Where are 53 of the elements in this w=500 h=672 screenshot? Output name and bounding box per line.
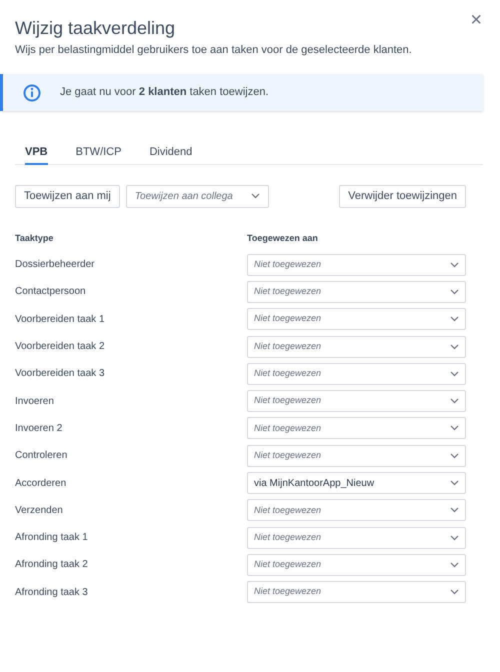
info-message: Je gaat nu voor 2 klanten taken toewijzen. [60, 85, 269, 100]
assignee-select[interactable]: Niet toegewezen [247, 336, 466, 358]
chevron-down-icon [450, 480, 459, 486]
task-type-label: Dossierbeheerder [15, 258, 96, 272]
task-type-label: Invoeren [15, 394, 55, 409]
chevron-down-icon [450, 425, 459, 432]
task-type-label: Accorderen [15, 476, 68, 491]
chevron-down-icon [450, 288, 459, 295]
dialog-title: Wijzig taakverdeling [15, 17, 176, 40]
task-type-label: Voorbereiden taak 1 [15, 312, 106, 327]
chevron-down-icon [450, 262, 459, 268]
assignee-select[interactable]: Niet toegewezen [247, 554, 466, 576]
close-button[interactable]: × [470, 10, 482, 30]
assignee-select[interactable]: Niet toegewezen [247, 444, 466, 467]
task-type-label: Afronding taak 2 [15, 558, 89, 572]
chevron-down-icon [450, 562, 459, 568]
chevron-down-icon [450, 507, 459, 514]
chevron-down-icon [250, 193, 260, 199]
assignee-select[interactable]: Niet toegewezen [247, 417, 466, 440]
dialog-subtitle: Wijs per belastingmiddel gebruikers toe aan taken voor de geselecteerde klanten. [15, 43, 412, 58]
chevron-down-icon [450, 370, 459, 377]
assignee-select[interactable]: Niet toegewezen [247, 390, 466, 412]
task-type-label: Voorbereiden taak 2 [15, 340, 106, 354]
chevron-down-icon [450, 452, 459, 459]
assignee-select[interactable]: Niet toegewezen [247, 308, 466, 330]
assignee-select[interactable]: Niet toegewezen [247, 526, 466, 549]
chevron-down-icon [450, 589, 459, 596]
remove-assignments-button[interactable]: Verwijder toewijzingen [339, 184, 466, 208]
task-type-label: Verzenden [15, 504, 64, 518]
assignee-select[interactable]: Niet toegewezen [247, 499, 466, 522]
colleague-select[interactable]: Toewijzen aan collega [126, 184, 269, 208]
assignee-select[interactable]: Niet toegewezen [247, 581, 466, 604]
assign-to-me-button[interactable]: Toewijzen aan mij [15, 184, 120, 208]
tab[interactable]: VPB [25, 144, 48, 164]
column-header: Toegewezen aan [247, 232, 318, 245]
column-header: Taaktype [15, 232, 54, 245]
task-type-label: Contactpersoon [15, 285, 87, 300]
tab[interactable]: Dividend [149, 144, 192, 164]
task-type-label: Controleren [15, 449, 68, 464]
task-type-label: Afronding taak 1 [15, 531, 89, 546]
task-type-label: Invoeren 2 [15, 422, 64, 436]
chevron-down-icon [450, 316, 459, 322]
assignee-select[interactable]: Niet toegewezen [247, 362, 466, 385]
assignee-select[interactable]: Niet toegewezen [247, 254, 466, 276]
chevron-down-icon [450, 344, 459, 350]
chevron-down-icon [450, 534, 459, 541]
assignee-select[interactable]: Niet toegewezen [247, 280, 466, 303]
info-icon [23, 84, 41, 102]
tab[interactable]: BTW/ICP [76, 144, 122, 164]
task-type-label: Voorbereiden taak 3 [15, 367, 106, 382]
assignee-select[interactable]: via MijnKantoorApp_Nieuw [247, 472, 466, 494]
task-type-label: Afronding taak 3 [15, 586, 89, 600]
chevron-down-icon [450, 398, 459, 404]
